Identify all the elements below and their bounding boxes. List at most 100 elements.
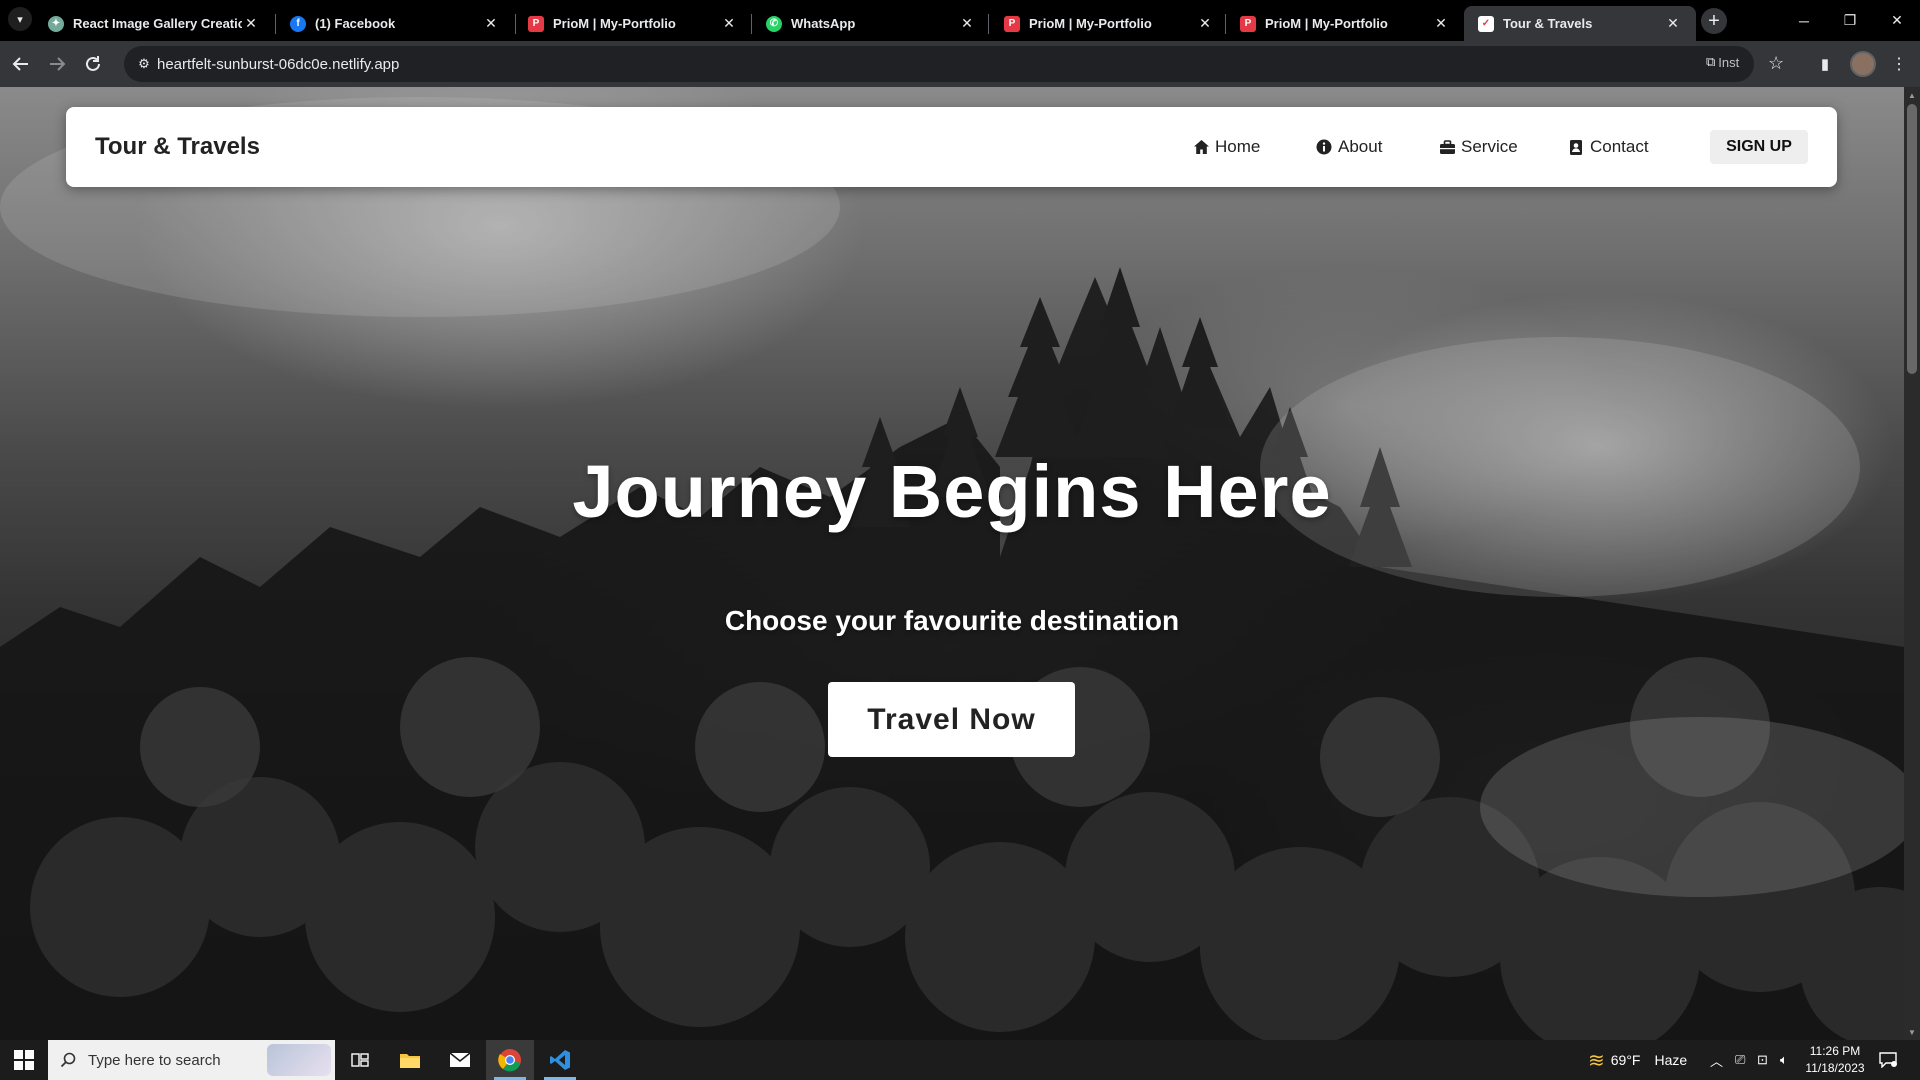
side-panel-icon[interactable]: ▮: [1810, 49, 1840, 79]
close-icon[interactable]: ✕: [720, 15, 738, 33]
reload-button[interactable]: [78, 49, 108, 79]
close-icon[interactable]: ✕: [1196, 15, 1214, 33]
tab-title: PrioM | My-Portfolio: [553, 16, 676, 31]
hero-title: Journey Begins Here: [572, 450, 1332, 533]
chatgpt-icon: ✦: [48, 15, 64, 32]
travel-now-button[interactable]: Travel Now: [828, 682, 1075, 757]
close-icon[interactable]: ✕: [482, 15, 500, 33]
site-settings-icon[interactable]: ⚙: [134, 54, 154, 74]
chrome-icon: [498, 1049, 521, 1072]
close-window-button[interactable]: ✕: [1874, 0, 1920, 41]
weather-temperature: 69°F: [1610, 1052, 1641, 1068]
close-icon[interactable]: ✕: [958, 15, 976, 33]
tab-whatsapp[interactable]: ✆ WhatsApp ✕: [752, 6, 990, 41]
mail-button[interactable]: [436, 1040, 484, 1080]
install-app-button[interactable]: ⧉ Inst: [1706, 54, 1739, 70]
scroll-up-arrow-icon[interactable]: ▲: [1904, 88, 1920, 102]
tab-search-button[interactable]: ▾: [8, 7, 32, 31]
show-hidden-icons-button[interactable]: ︿: [1710, 1040, 1723, 1080]
close-icon[interactable]: ✕: [1664, 15, 1682, 33]
site-brand[interactable]: Tour & Travels: [95, 133, 260, 161]
contact-icon: [1567, 138, 1585, 156]
install-icon: ⧉: [1706, 54, 1716, 69]
back-arrow-icon: [12, 57, 28, 71]
address-bar[interactable]: ⚙ heartfelt-sunburst-06dc0e.netlify.app …: [124, 46, 1784, 82]
nav-home-label: Home: [1215, 137, 1261, 156]
whatsapp-icon: ✆: [766, 15, 782, 32]
tab-title: Tour & Travels: [1503, 16, 1593, 31]
weather-widget[interactable]: ≋ 69°F Haze: [1588, 1040, 1687, 1080]
clock-time: 11:26 PM: [1809, 1044, 1861, 1058]
minimize-button[interactable]: ─: [1781, 0, 1827, 41]
close-icon[interactable]: ✕: [242, 15, 260, 33]
search-placeholder: Type here to search: [88, 1051, 221, 1069]
menu-dots-icon[interactable]: ⋮: [1884, 49, 1914, 79]
close-icon[interactable]: ✕: [1432, 15, 1450, 33]
vscode-icon: [550, 1050, 570, 1070]
nav-contact-link[interactable]: Contact: [1567, 137, 1649, 157]
start-button[interactable]: [0, 1040, 48, 1080]
install-label: Inst: [1718, 54, 1740, 70]
back-button[interactable]: [6, 49, 36, 79]
meet-now-icon[interactable]: ⎚: [1735, 1040, 1745, 1080]
task-view-button[interactable]: [336, 1040, 384, 1080]
notification-center-icon[interactable]: [1876, 1048, 1900, 1072]
nav-about-link[interactable]: About: [1315, 137, 1382, 157]
reload-icon: [86, 56, 100, 71]
tab-portfolio-3[interactable]: P PrioM | My-Portfolio ✕: [1226, 6, 1464, 41]
scroll-down-arrow-icon[interactable]: ▼: [1904, 1025, 1920, 1039]
browser-toolbar: ⚙ heartfelt-sunburst-06dc0e.netlify.app …: [0, 41, 1920, 87]
windows-taskbar: Type here to search ≋ 69°F Haze ︿ ⎚ ⊡ 🔈︎…: [0, 1040, 1920, 1080]
portfolio-icon: P: [528, 15, 544, 32]
tab-facebook[interactable]: f (1) Facebook ✕: [276, 6, 514, 41]
vscode-taskbar-button[interactable]: [536, 1040, 584, 1080]
tab-title: (1) Facebook: [315, 16, 396, 31]
signup-button[interactable]: SIGN UP: [1710, 130, 1808, 164]
url-text[interactable]: heartfelt-sunburst-06dc0e.netlify.app: [157, 56, 399, 73]
file-explorer-button[interactable]: [386, 1040, 434, 1080]
mail-icon: [449, 1052, 471, 1067]
forest-background-image: [0, 97, 1904, 1040]
page-viewport: Tour & Travels Home About Service Contac…: [0, 87, 1904, 1040]
tab-portfolio-2[interactable]: P PrioM | My-Portfolio ✕: [990, 6, 1228, 41]
system-clock[interactable]: 11:26 PM 11/18/2023: [1800, 1043, 1870, 1077]
info-icon: [1315, 138, 1333, 156]
new-tab-button[interactable]: +: [1701, 8, 1727, 34]
tab-title: PrioM | My-Portfolio: [1265, 16, 1388, 31]
restore-button[interactable]: ❐: [1827, 0, 1873, 41]
nav-home-link[interactable]: Home: [1192, 137, 1260, 157]
nav-contact-label: Contact: [1590, 137, 1649, 156]
home-icon: [1192, 138, 1210, 156]
search-icon: [48, 1052, 88, 1068]
chrome-taskbar-button[interactable]: [486, 1040, 534, 1080]
facebook-icon: f: [290, 15, 306, 32]
tab-react-image-gallery[interactable]: ✦ React Image Gallery Creation ✕: [34, 6, 274, 41]
briefcase-icon: [1438, 138, 1456, 156]
nav-about-label: About: [1338, 137, 1383, 156]
tab-portfolio-1[interactable]: P PrioM | My-Portfolio ✕: [514, 6, 752, 41]
volume-icon[interactable]: 🔈︎: [1780, 1040, 1788, 1080]
taskbar-search-box[interactable]: Type here to search: [48, 1040, 335, 1080]
weather-haze-icon: ≋: [1588, 1049, 1605, 1072]
tab-divider: [988, 14, 989, 34]
nav-service-link[interactable]: Service: [1438, 137, 1518, 157]
tab-title: PrioM | My-Portfolio: [1029, 16, 1152, 31]
search-highlight-image: [267, 1044, 331, 1076]
browser-tab-bar: ▾ ✦ React Image Gallery Creation ✕ f (1)…: [0, 0, 1920, 41]
scroll-thumb[interactable]: [1907, 104, 1917, 374]
weather-description: Haze: [1654, 1052, 1688, 1068]
windows-logo-icon: [14, 1050, 34, 1070]
tab-tour-travels[interactable]: ✓ Tour & Travels ✕: [1464, 6, 1696, 41]
network-icon[interactable]: ⊡: [1757, 1040, 1768, 1080]
task-view-icon: [351, 1053, 369, 1067]
bookmark-star-icon[interactable]: ☆: [1768, 53, 1784, 74]
page-scrollbar[interactable]: ▲ ▼: [1904, 87, 1920, 1040]
folder-icon: [400, 1054, 420, 1068]
profile-avatar[interactable]: [1850, 51, 1876, 77]
tour-icon: ✓: [1478, 15, 1494, 32]
nav-service-label: Service: [1461, 137, 1518, 156]
clock-date: 11/18/2023: [1805, 1061, 1865, 1075]
tab-title: React Image Gallery Creation: [73, 16, 242, 31]
portfolio-icon: P: [1004, 15, 1020, 32]
forward-button[interactable]: [42, 49, 72, 79]
